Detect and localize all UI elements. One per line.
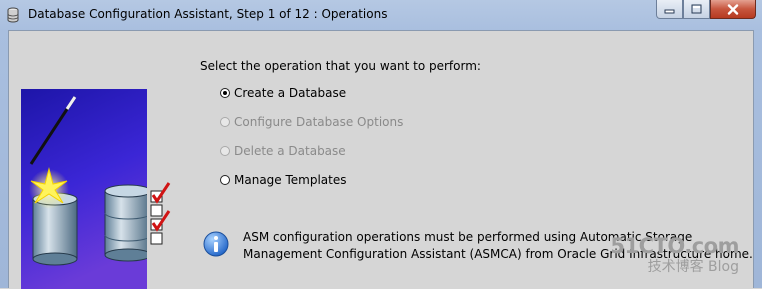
watermark-main: 51CTO.com	[610, 234, 739, 258]
radio-delete-database[interactable]	[220, 146, 230, 156]
info-icon	[203, 231, 229, 257]
minimize-button[interactable]	[656, 0, 683, 19]
minimize-icon	[664, 9, 675, 13]
radio-create-database[interactable]	[220, 88, 230, 98]
maximize-button[interactable]	[683, 0, 710, 19]
caption-buttons	[656, 0, 756, 20]
radio-manage-templates[interactable]	[220, 175, 230, 185]
window-frame: Database Configuration Assistant, Step 1…	[0, 0, 762, 289]
operation-prompt: Select the operation that you want to pe…	[200, 59, 481, 73]
option-label: Delete a Database	[234, 144, 346, 158]
window-title: Database Configuration Assistant, Step 1…	[28, 7, 388, 21]
checklist-icon	[150, 182, 171, 245]
option-delete-database[interactable]: Delete a Database	[220, 143, 346, 159]
title-bar[interactable]: Database Configuration Assistant, Step 1…	[0, 0, 762, 30]
app-icon	[7, 7, 19, 23]
close-button[interactable]	[710, 0, 756, 19]
watermark-sub: 技术博客 Blog	[647, 259, 739, 275]
maximize-icon	[691, 4, 702, 14]
option-label: Manage Templates	[234, 173, 347, 187]
option-label: Configure Database Options	[234, 115, 404, 129]
close-icon	[727, 3, 739, 15]
option-create-database[interactable]: Create a Database	[220, 85, 346, 101]
option-configure-database-options[interactable]: Configure Database Options	[220, 114, 403, 130]
radio-configure-database-options[interactable]	[220, 117, 230, 127]
dbca-illustration	[21, 89, 147, 289]
watermark: 51CTO.com 技术博客 Blog	[610, 234, 739, 276]
option-label: Create a Database	[234, 86, 347, 100]
client-area: Select the operation that you want to pe…	[8, 30, 754, 289]
option-manage-templates[interactable]: Manage Templates	[220, 172, 347, 188]
